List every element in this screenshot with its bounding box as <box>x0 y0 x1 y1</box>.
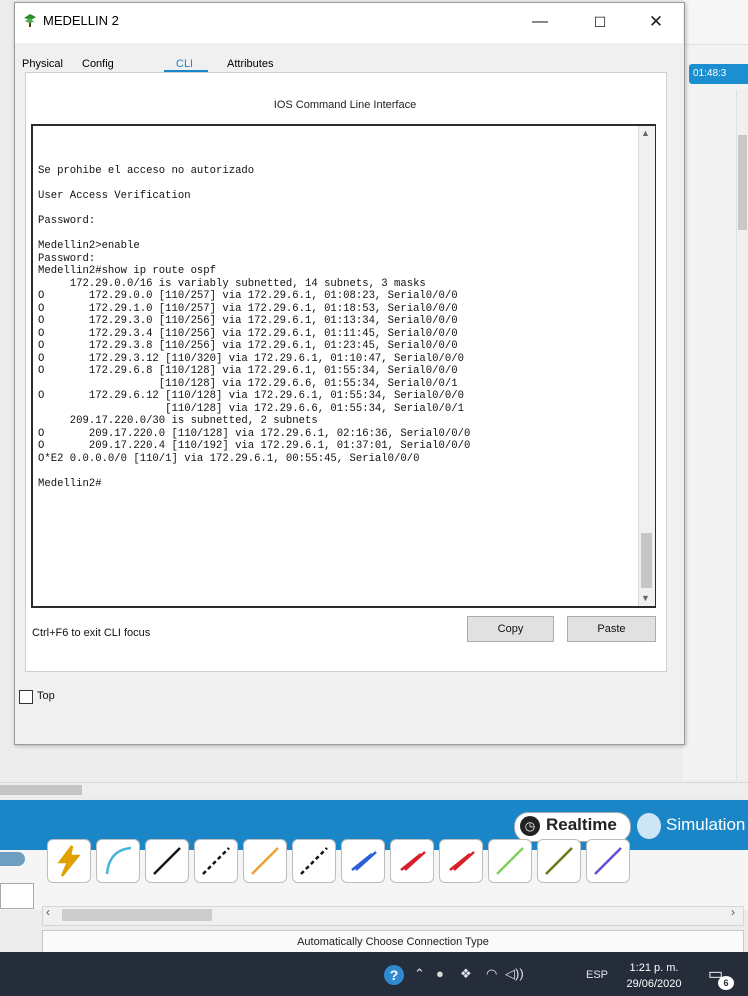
usb-cable-icon[interactable] <box>586 839 630 883</box>
cli-header: IOS Command Line Interface <box>273 99 417 111</box>
clock-time[interactable]: 1:21 p. m. <box>624 962 684 974</box>
scroll-left-icon[interactable]: ‹ <box>46 905 50 919</box>
tab-config[interactable]: Config <box>82 58 114 70</box>
scroll-up-icon[interactable]: ▲ <box>641 128 650 138</box>
workspace-horizontal-scrollbar[interactable] <box>0 782 748 797</box>
dropbox-icon[interactable]: ❖ <box>460 966 472 982</box>
scroll-right-icon[interactable]: › <box>731 905 735 919</box>
realtime-label: Realtime <box>546 815 617 834</box>
chevron-up-icon[interactable]: ⌃ <box>414 966 425 982</box>
coaxial-cable-icon[interactable] <box>341 839 385 883</box>
simulation-tab[interactable]: Simulation <box>666 815 745 835</box>
maximize-button[interactable]: ☐ <box>585 8 615 36</box>
close-button[interactable]: ✕ <box>641 8 671 36</box>
connection-type-label: Automatically Choose Connection Type <box>42 930 744 954</box>
copy-button[interactable]: Copy <box>467 616 554 642</box>
wifi-icon[interactable]: ◠ <box>486 966 497 982</box>
iot-custom-cable-icon[interactable] <box>537 839 581 883</box>
simulation-icon[interactable] <box>637 813 661 839</box>
router-app-icon <box>24 14 36 27</box>
network-app-icon[interactable]: ● <box>436 966 444 981</box>
tab-attributes[interactable]: Attributes <box>227 58 273 70</box>
serial-dte-cable-icon[interactable] <box>439 839 483 883</box>
lightning-auto-connection-icon[interactable] <box>47 839 91 883</box>
focus-hint: Ctrl+F6 to exit CLI focus <box>32 627 151 639</box>
window-title: MEDELLIN 2 <box>43 13 119 28</box>
device-subcategory-box[interactable] <box>0 883 34 909</box>
notification-count: 6 <box>718 976 734 990</box>
minimize-button[interactable]: — <box>525 8 555 36</box>
octal-cable-icon[interactable] <box>488 839 532 883</box>
tab-physical[interactable]: Physical <box>22 58 63 70</box>
tab-cli[interactable]: CLI <box>176 58 193 70</box>
top-checkbox-label: Top <box>37 690 55 702</box>
clock-icon: ◷ <box>520 816 540 836</box>
terminal-output[interactable]: Se prohibe el acceso no autorizado User … <box>38 165 470 490</box>
input-language[interactable]: ESP <box>586 969 608 981</box>
volume-icon[interactable]: ◁)) <box>505 966 524 982</box>
scroll-down-icon[interactable]: ▼ <box>641 593 650 603</box>
help-icon[interactable]: ? <box>384 965 404 985</box>
console-cable-icon[interactable] <box>96 839 140 883</box>
sim-timer: 01:48:3 <box>689 64 748 84</box>
workspace-horizontal-scroll-thumb[interactable] <box>0 785 82 795</box>
paste-button[interactable]: Paste <box>567 616 656 642</box>
straight-through-cable-icon[interactable] <box>145 839 189 883</box>
crossover-cable-icon[interactable] <box>194 839 238 883</box>
clock-date[interactable]: 29/06/2020 <box>619 978 689 990</box>
terminal-scroll-thumb[interactable] <box>641 533 652 588</box>
device-category-icon[interactable] <box>0 852 25 866</box>
workspace-vertical-scroll-thumb[interactable] <box>738 135 747 230</box>
fiber-cable-icon[interactable] <box>243 839 287 883</box>
phone-cable-icon[interactable] <box>292 839 336 883</box>
serial-dce-cable-icon[interactable] <box>390 839 434 883</box>
tools-scroll-thumb[interactable] <box>62 909 212 921</box>
top-checkbox[interactable] <box>19 690 33 704</box>
